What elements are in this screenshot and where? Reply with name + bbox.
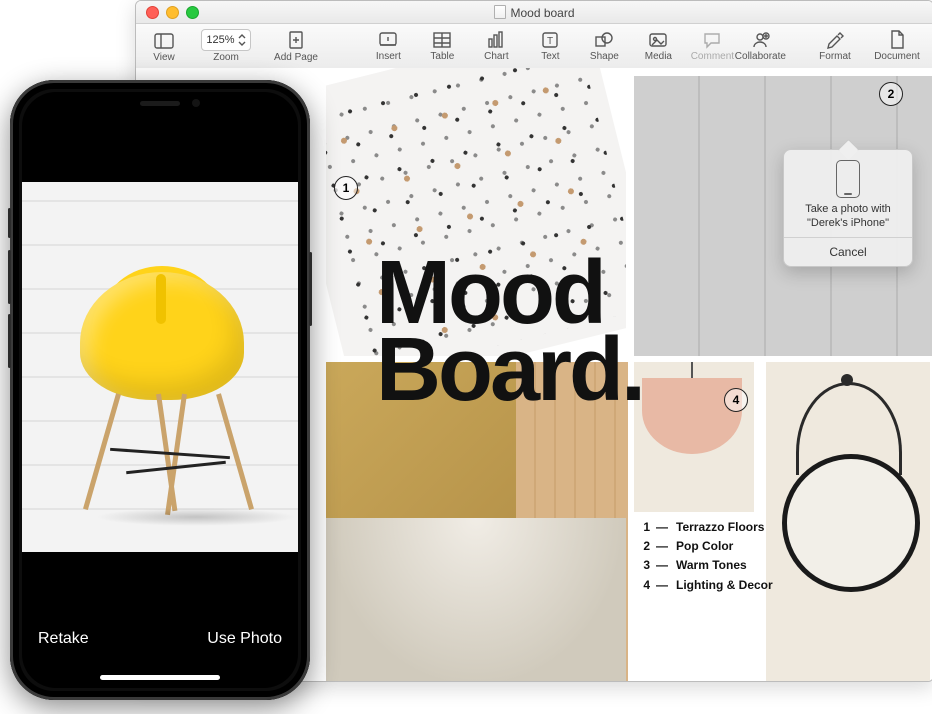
legend-row: 4—Lighting & Decor: [636, 576, 773, 595]
yellow-chair: [66, 266, 258, 526]
svg-text:T: T: [547, 36, 553, 47]
media-label: Media: [645, 52, 672, 62]
document-label: Document: [874, 52, 920, 62]
comment-button[interactable]: Comment: [692, 30, 732, 62]
insert-button[interactable]: Insert: [368, 30, 408, 62]
window-title: Mood board: [136, 5, 932, 20]
format-button[interactable]: Format: [815, 30, 855, 62]
volume-up-button[interactable]: [8, 250, 11, 304]
iphone-screen: Retake Use Photo: [22, 92, 298, 688]
side-button[interactable]: [309, 252, 312, 326]
chart-label: Chart: [484, 52, 508, 62]
document-button[interactable]: Document: [869, 30, 925, 62]
document-icon: [494, 5, 506, 19]
camera-preview[interactable]: [22, 182, 298, 552]
add-page-label: Add Page: [274, 53, 318, 63]
speaker: [140, 101, 180, 106]
shape-label: Shape: [590, 52, 619, 62]
window-title-text: Mood board: [510, 6, 574, 20]
mirror-hook: [841, 374, 853, 386]
iphone-device: Retake Use Photo: [10, 80, 310, 700]
media-button[interactable]: Media: [638, 30, 678, 62]
titlebar[interactable]: Mood board: [136, 1, 932, 24]
legend-row: 2—Pop Color: [636, 537, 773, 556]
home-indicator[interactable]: [100, 675, 220, 680]
view-button[interactable]: View: [144, 31, 184, 63]
camera-controls: Retake Use Photo: [22, 558, 298, 688]
mute-switch[interactable]: [8, 208, 11, 238]
legend-row: 1—Terrazzo Floors: [636, 518, 773, 537]
view-label: View: [153, 53, 175, 63]
zoom-label: Zoom: [213, 53, 239, 63]
callout-4[interactable]: 4: [724, 388, 748, 412]
toolbar: View 125% Zoom Add Page Insert: [136, 24, 932, 69]
front-camera: [192, 99, 200, 107]
title-line-2: Board.: [376, 320, 643, 420]
format-label: Format: [819, 52, 851, 62]
add-page-button[interactable]: Add Page: [268, 31, 324, 63]
table-label: Table: [430, 52, 454, 62]
use-photo-button[interactable]: Use Photo: [207, 630, 282, 648]
shape-button[interactable]: Shape: [584, 30, 624, 62]
chart-button[interactable]: Chart: [476, 30, 516, 62]
continuity-camera-popover: Take a photo with "Derek's iPhone" Cance…: [783, 149, 913, 267]
iphone-icon: [836, 160, 860, 198]
insert-label: Insert: [376, 52, 401, 62]
zoom-value: 125%: [206, 34, 234, 46]
legend[interactable]: 1—Terrazzo Floors 2—Pop Color 3—Warm Ton…: [636, 518, 773, 595]
zoom-control[interactable]: 125% Zoom: [198, 29, 254, 63]
table-button[interactable]: Table: [422, 30, 462, 62]
retake-button[interactable]: Retake: [38, 630, 89, 648]
callout-1[interactable]: 1: [334, 176, 358, 200]
mirror-circle: [782, 454, 920, 592]
document-title[interactable]: Mood Board.: [376, 255, 643, 408]
volume-down-button[interactable]: [8, 314, 11, 368]
callout-2[interactable]: 2: [879, 82, 903, 106]
collaborate-label: Collaborate: [735, 52, 786, 62]
notch: [95, 92, 225, 116]
fur-image[interactable]: [326, 518, 626, 681]
popover-message: Take a photo with "Derek's iPhone": [784, 202, 912, 237]
collaborate-button[interactable]: Collaborate: [732, 30, 788, 62]
comment-label: Comment: [691, 52, 734, 62]
legend-row: 3—Warm Tones: [636, 556, 773, 575]
popover-cancel-button[interactable]: Cancel: [784, 237, 912, 266]
text-label: Text: [541, 52, 559, 62]
zoom-stepper-icon: [238, 34, 246, 46]
text-button[interactable]: T Text: [530, 30, 570, 62]
